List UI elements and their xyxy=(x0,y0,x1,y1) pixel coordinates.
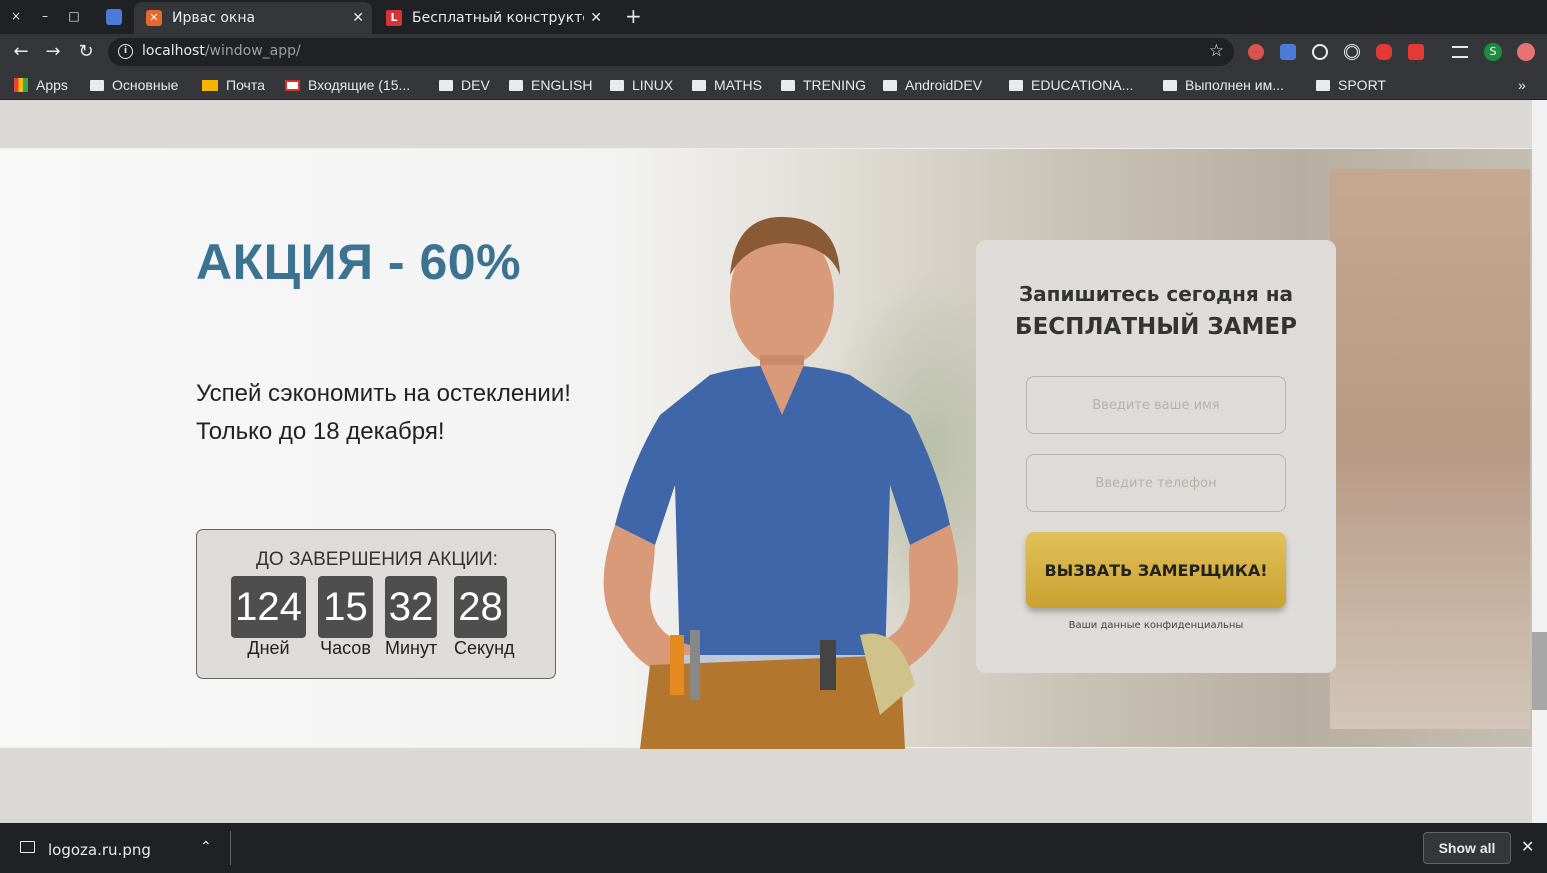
google-translate-icon[interactable] xyxy=(1280,44,1296,60)
show-all-button[interactable]: Show all xyxy=(1423,832,1511,864)
timer-title: ДО ЗАВЕРШЕНИЯ АКЦИИ: xyxy=(256,549,498,570)
browser-toolbar: ← → ↻ i localhost/window_app/ ☆ S xyxy=(0,34,1547,70)
folder-icon xyxy=(1009,80,1023,91)
phone-field[interactable] xyxy=(1026,454,1286,512)
folder-icon xyxy=(439,80,453,91)
bookmark-folder[interactable]: Основные xyxy=(90,77,178,93)
folder-icon xyxy=(610,80,624,91)
target-extension-icon[interactable] xyxy=(1344,44,1360,60)
subtitle-line: Успей сэкономить на остеклении! xyxy=(196,380,571,407)
download-shelf: logoza.ru.png ⌃ Show all ✕ xyxy=(0,823,1547,873)
name-field[interactable] xyxy=(1026,376,1286,434)
timer-days-label: Дней xyxy=(247,638,290,658)
tab-title: Бесплатный конструктор xyxy=(412,10,584,26)
bookmarks-overflow-icon[interactable]: » xyxy=(1518,77,1526,93)
download-filename[interactable]: logoza.ru.png xyxy=(48,841,151,859)
folder-icon xyxy=(883,80,897,91)
call-measurer-button[interactable]: ВЫЗВАТЬ ЗАМЕРЩИКА! xyxy=(1026,532,1286,608)
bookmark-apps[interactable]: Apps xyxy=(14,77,68,93)
tab-konstruktor[interactable]: L Бесплатный конструктор ✕ xyxy=(374,2,610,34)
bookmark-folder[interactable]: MATHS xyxy=(692,77,762,93)
subtitle-line: Только до 18 декабря! xyxy=(196,418,445,445)
google-translate-icon[interactable] xyxy=(106,9,122,25)
timer-hours-value: 15 xyxy=(318,576,373,638)
window-close-icon[interactable]: × xyxy=(8,8,24,24)
hand-extension-icon[interactable] xyxy=(1376,44,1392,60)
timer-days: 124 Дней xyxy=(231,576,306,659)
form-heading-strong: БЕСПЛАТНЫЙ ЗАМЕР xyxy=(1015,314,1297,340)
address-bar[interactable]: i localhost/window_app/ ☆ xyxy=(108,38,1234,66)
forward-icon[interactable]: → xyxy=(42,41,64,63)
divider xyxy=(230,831,231,865)
folder-icon xyxy=(509,80,523,91)
promo-title: АКЦИЯ - 60% xyxy=(196,234,522,290)
timer-seconds: 28 Секунд xyxy=(454,576,515,659)
tab-title: Ирвас окна xyxy=(172,10,256,26)
privacy-note: Ваши данные конфиденциальны xyxy=(1068,620,1244,631)
file-icon xyxy=(20,841,35,853)
scrollbar-thumb[interactable] xyxy=(1532,632,1547,710)
profile-avatar[interactable]: S xyxy=(1484,43,1502,61)
bookmark-folder[interactable]: SPORT xyxy=(1316,77,1386,93)
mail-icon xyxy=(202,80,218,91)
apps-grid-icon xyxy=(14,78,28,92)
worker-photo xyxy=(603,216,958,749)
bookmark-gmail[interactable]: Входящие (15... xyxy=(285,77,410,93)
tab-close-icon[interactable]: ✕ xyxy=(590,2,602,34)
update-menu-icon[interactable] xyxy=(1517,43,1535,61)
folder-icon xyxy=(1163,80,1177,91)
timer-minutes-label: Минут xyxy=(385,638,438,658)
browser-titlebar: × – □ ✕ Ирвас окна ✕ L Бесплатный констр… xyxy=(0,0,1547,34)
window-maximize-icon[interactable]: □ xyxy=(66,8,82,24)
bookmark-mail[interactable]: Почта xyxy=(202,77,265,93)
bookmark-folder[interactable]: DEV xyxy=(439,77,490,93)
bookmark-folder[interactable]: Выполнен им... xyxy=(1163,77,1284,93)
timer-minutes-value: 32 xyxy=(385,576,437,638)
folder-icon xyxy=(1316,80,1330,91)
page-scrollbar[interactable] xyxy=(1532,100,1547,823)
countdown-timer: ДО ЗАВЕРШЕНИЯ АКЦИИ: 124 Дней 15 Часов 3… xyxy=(196,529,556,679)
url-text[interactable]: localhost/window_app/ xyxy=(142,43,301,59)
xampp-icon: ✕ xyxy=(146,10,162,26)
bookmark-folder[interactable]: EDUCATIONA... xyxy=(1009,77,1133,93)
page-viewport: АКЦИЯ - 60% Успей сэкономить на остеклен… xyxy=(0,100,1547,823)
folder-icon xyxy=(90,80,104,91)
react-devtools-icon[interactable] xyxy=(1312,44,1328,60)
bookmark-folder[interactable]: ENGLISH xyxy=(509,77,592,93)
L-icon: L xyxy=(386,10,402,26)
timer-seconds-label: Секунд xyxy=(454,638,515,658)
video-extension-icon[interactable] xyxy=(1408,44,1424,60)
hero-section: АКЦИЯ - 60% Успей сэкономить на остеклен… xyxy=(0,148,1532,749)
gmail-icon xyxy=(285,80,300,91)
timer-seconds-value: 28 xyxy=(454,576,507,638)
new-tab-button[interactable]: + xyxy=(625,6,642,26)
signup-form: Запишитесь сегодня на БЕСПЛАТНЫЙ ЗАМЕР В… xyxy=(976,240,1336,673)
close-icon[interactable]: ✕ xyxy=(1521,837,1534,856)
window-minimize-icon[interactable]: – xyxy=(37,8,53,24)
bookmark-star-icon[interactable]: ☆ xyxy=(1209,41,1224,61)
media-queue-icon[interactable] xyxy=(1452,46,1468,58)
timer-minutes: 32 Минут xyxy=(385,576,437,659)
tab-irvas[interactable]: ✕ Ирвас окна ✕ xyxy=(134,2,372,34)
extension-spy-icon[interactable] xyxy=(1248,44,1264,60)
folder-icon xyxy=(692,80,706,91)
reload-icon[interactable]: ↻ xyxy=(75,41,97,63)
timer-hours-label: Часов xyxy=(320,638,371,658)
form-heading: Запишитесь сегодня на xyxy=(1018,282,1294,306)
timer-days-value: 124 xyxy=(231,576,306,638)
bookmark-folder[interactable]: TRENING xyxy=(781,77,866,93)
bookmark-folder[interactable]: AndroidDEV xyxy=(883,77,982,93)
bookmark-folder[interactable]: LINUX xyxy=(610,77,673,93)
folder-icon xyxy=(781,80,795,91)
back-icon[interactable]: ← xyxy=(10,41,32,63)
background-blur xyxy=(1330,169,1530,729)
timer-hours: 15 Часов xyxy=(318,576,373,659)
tab-close-icon[interactable]: ✕ xyxy=(352,2,364,34)
info-icon[interactable]: i xyxy=(118,44,133,59)
promo-subtitle: Успей сэкономить на остеклении! Только д… xyxy=(196,375,571,451)
bookmarks-bar: Apps Основные Почта Входящие (15... DEV … xyxy=(0,70,1547,100)
chevron-up-icon[interactable]: ⌃ xyxy=(200,839,212,855)
